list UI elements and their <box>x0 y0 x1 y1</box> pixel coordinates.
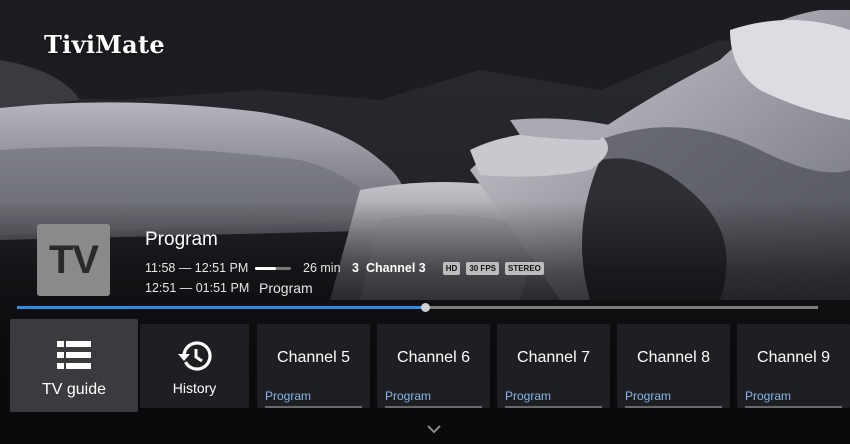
channel-number: 3 <box>352 261 359 275</box>
channel-tile-6[interactable]: Channel 6 Program <box>377 324 490 408</box>
chevron-down-icon[interactable] <box>427 421 441 439</box>
channel-tile-9[interactable]: Channel 9 Program <box>737 324 850 408</box>
channel-tile-name: Channel 6 <box>397 349 470 366</box>
playback-progress[interactable] <box>17 303 818 312</box>
program-time-range: 11:58 — 12:51 PM <box>145 261 249 275</box>
channel-tile-progress <box>505 406 602 408</box>
app-logo: TiviMate <box>44 30 165 59</box>
channel-tile-7[interactable]: Channel 7 Program <box>497 324 610 408</box>
channel-tile-name: Channel 9 <box>757 349 830 366</box>
channel-tile-progress <box>265 406 362 408</box>
channel-tile-name: Channel 7 <box>517 349 590 366</box>
next-program-row: 12:51 — 01:51 PM Program <box>145 280 313 296</box>
channel-tile-8[interactable]: Channel 8 Program <box>617 324 730 408</box>
channel-tile-5[interactable]: Channel 5 Program <box>257 324 370 408</box>
tv-guide-icon-wrap <box>10 341 138 369</box>
channel-tile-progress <box>625 406 722 408</box>
history-icon-wrap <box>140 340 249 372</box>
channel-tile-program: Program <box>505 389 552 403</box>
channel-logo: TV <box>37 224 110 296</box>
channel-tile-progress <box>745 406 842 408</box>
channel-logo-text: TV <box>48 237 99 282</box>
fps-badge: 30 FPS <box>466 261 499 275</box>
tv-guide-button[interactable]: TV guide <box>10 319 138 412</box>
next-program-title: Program <box>259 280 313 296</box>
channel-tile-program: Program <box>625 389 672 403</box>
channel-tile-name: Channel 8 <box>637 349 710 366</box>
channel-tile-name: Channel 5 <box>277 349 350 366</box>
channel-tile-progress <box>385 406 482 408</box>
tv-guide-icon <box>57 341 91 369</box>
history-button[interactable]: History <box>140 324 249 408</box>
program-duration: 26 min <box>303 261 341 275</box>
channel-tile-program: Program <box>745 389 792 403</box>
tv-guide-label: TV guide <box>41 381 107 398</box>
program-info-row: 11:58 — 12:51 PM 26 min 3 Channel 3 HD 3… <box>145 260 550 276</box>
program-elapsed-fill <box>255 266 276 270</box>
channel-name: Channel 3 <box>366 261 426 275</box>
hd-badge: HD <box>442 261 461 275</box>
playback-progress-fill <box>17 306 426 309</box>
channel-tile-program: Program <box>385 389 432 403</box>
history-icon <box>177 341 212 371</box>
playback-progress-knob[interactable] <box>421 303 430 312</box>
channel-tile-program: Program <box>265 389 312 403</box>
program-elapsed-bar <box>255 266 291 270</box>
next-program-time-range: 12:51 — 01:51 PM <box>145 281 250 295</box>
stereo-badge: STEREO <box>505 261 544 275</box>
program-title: Program <box>145 229 218 250</box>
chevron-down-icon-glyph <box>427 425 441 434</box>
history-label: History <box>172 380 217 396</box>
